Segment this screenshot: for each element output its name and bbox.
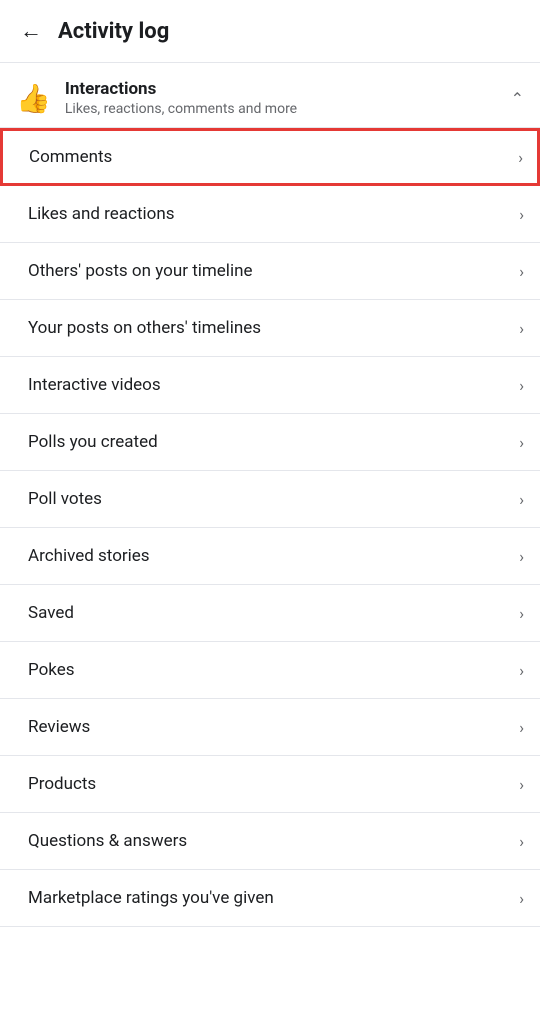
menu-item[interactable]: Comments ›: [0, 128, 540, 186]
section-title: Interactions: [65, 79, 297, 99]
menu-list: Comments›Likes and reactions›Others' pos…: [0, 128, 540, 927]
back-arrow-icon: ←: [20, 18, 42, 44]
menu-item[interactable]: Reviews ›: [0, 699, 540, 756]
back-button[interactable]: ←: [16, 14, 46, 48]
chevron-right-icon: ›: [519, 604, 524, 623]
menu-item[interactable]: Pokes ›: [0, 642, 540, 699]
header: ← Activity log: [0, 0, 540, 63]
chevron-right-icon: ›: [519, 376, 524, 395]
section-title-block: Interactions Likes, reactions, comments …: [65, 79, 297, 117]
menu-item[interactable]: Questions & answers ›: [0, 813, 540, 870]
thumbs-up-icon: 👍: [16, 82, 51, 115]
menu-item[interactable]: Poll votes ›: [0, 471, 540, 528]
menu-item-label: Comments: [29, 147, 112, 167]
menu-item[interactable]: Products ›: [0, 756, 540, 813]
chevron-right-icon: ›: [519, 319, 524, 338]
chevron-right-icon: ›: [519, 718, 524, 737]
menu-item-label: Marketplace ratings you've given: [28, 888, 274, 908]
menu-item[interactable]: Archived stories ›: [0, 528, 540, 585]
section-header-left: 👍 Interactions Likes, reactions, comment…: [16, 79, 297, 117]
chevron-right-icon: ›: [519, 775, 524, 794]
menu-item[interactable]: Others' posts on your timeline ›: [0, 243, 540, 300]
chevron-right-icon: ›: [518, 148, 523, 167]
menu-item-label: Interactive videos: [28, 375, 161, 395]
chevron-right-icon: ›: [519, 832, 524, 851]
menu-item[interactable]: Marketplace ratings you've given ›: [0, 870, 540, 927]
chevron-right-icon: ›: [519, 262, 524, 281]
menu-item[interactable]: Saved ›: [0, 585, 540, 642]
menu-item-label: Poll votes: [28, 489, 102, 509]
page-title: Activity log: [58, 19, 169, 44]
menu-item-label: Likes and reactions: [28, 204, 175, 224]
chevron-right-icon: ›: [519, 490, 524, 509]
menu-item-label: Pokes: [28, 660, 75, 680]
menu-item[interactable]: Likes and reactions ›: [0, 186, 540, 243]
chevron-right-icon: ›: [519, 433, 524, 452]
menu-item-label: Reviews: [28, 717, 90, 737]
chevron-right-icon: ›: [519, 661, 524, 680]
menu-item-label: Saved: [28, 603, 74, 623]
chevron-right-icon: ›: [519, 205, 524, 224]
menu-item[interactable]: Polls you created ›: [0, 414, 540, 471]
menu-item[interactable]: Interactive videos ›: [0, 357, 540, 414]
menu-item-label: Others' posts on your timeline: [28, 261, 252, 281]
chevron-right-icon: ›: [519, 889, 524, 908]
menu-item-label: Questions & answers: [28, 831, 187, 851]
menu-item-label: Polls you created: [28, 432, 158, 452]
interactions-section-header[interactable]: 👍 Interactions Likes, reactions, comment…: [0, 63, 540, 128]
menu-item[interactable]: Your posts on others' timelines ›: [0, 300, 540, 357]
section-subtitle: Likes, reactions, comments and more: [65, 101, 297, 117]
menu-item-label: Products: [28, 774, 96, 794]
menu-item-label: Your posts on others' timelines: [28, 318, 261, 338]
chevron-up-icon: ⌃: [511, 89, 524, 108]
chevron-right-icon: ›: [519, 547, 524, 566]
menu-item-label: Archived stories: [28, 546, 150, 566]
